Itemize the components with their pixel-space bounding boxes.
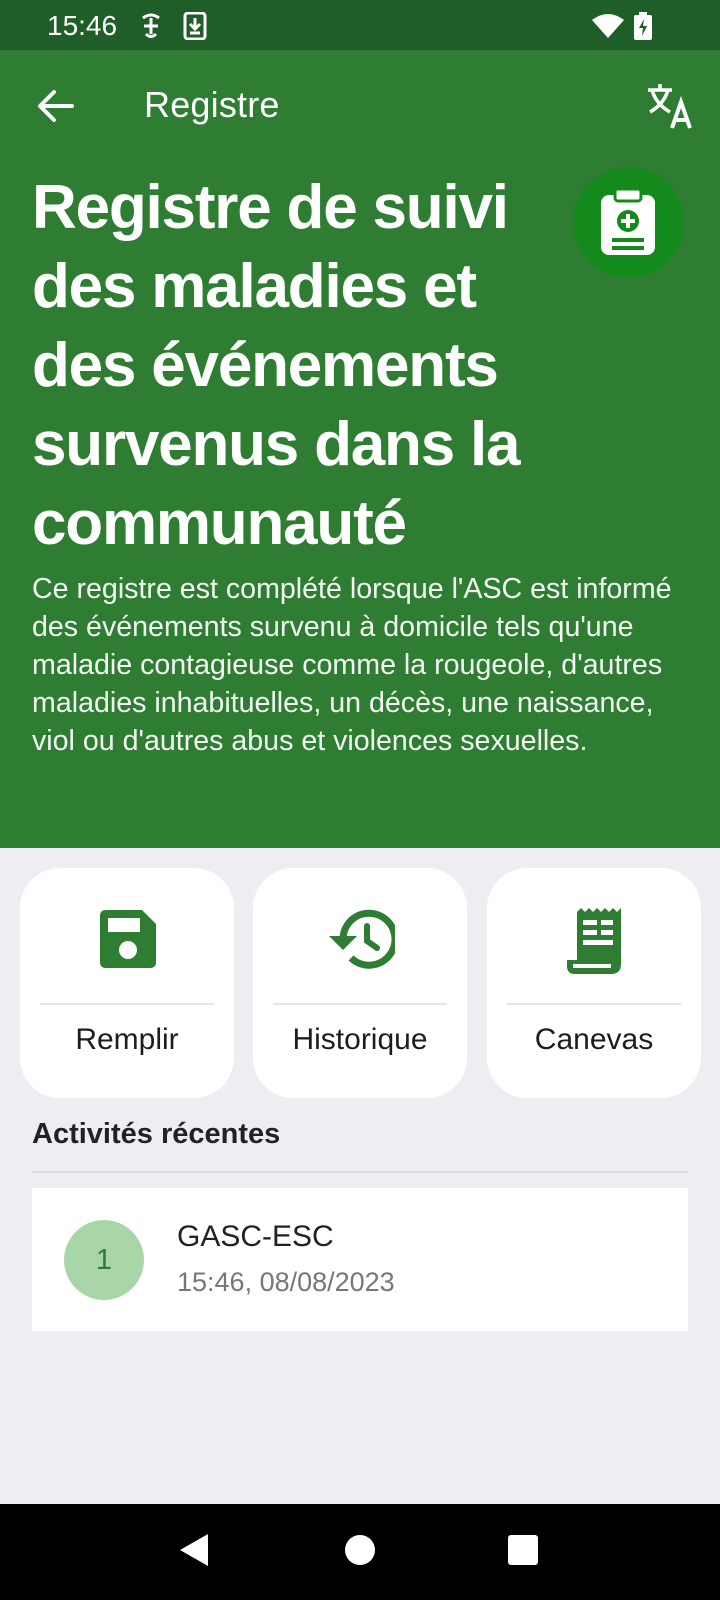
system-nav-bar xyxy=(0,1504,720,1600)
translate-button[interactable] xyxy=(646,82,696,130)
activity-count-badge: 1 xyxy=(64,1220,144,1300)
nav-back-button[interactable] xyxy=(178,1532,210,1573)
template-button[interactable]: Canevas xyxy=(487,868,701,1098)
form-description: Ce registre est complété lorsque l'ASC e… xyxy=(32,573,672,757)
app-header: Registre Registre de suivi des maladies … xyxy=(0,50,720,848)
back-button[interactable] xyxy=(34,84,78,128)
circle-home-icon xyxy=(345,1535,375,1565)
list-item[interactable]: 1 GASC-ESC 15:46, 08/08/2023 xyxy=(32,1188,688,1331)
page-title: Registre xyxy=(144,84,280,125)
translate-icon xyxy=(648,84,692,129)
history-label: Historique xyxy=(292,1023,428,1056)
form-badge xyxy=(573,167,684,278)
battery-charging-icon xyxy=(634,12,652,45)
fill-form-button[interactable]: Remplir xyxy=(20,868,234,1098)
arrow-left-icon xyxy=(38,90,74,122)
save-icon xyxy=(100,910,156,968)
nav-recents-button[interactable] xyxy=(508,1535,538,1570)
status-time: 15:46 xyxy=(47,10,118,41)
vpn-key-icon xyxy=(138,12,164,45)
activity-timestamp: 15:46, 08/08/2023 xyxy=(177,1267,395,1297)
square-recents-icon xyxy=(508,1535,538,1565)
history-button[interactable]: Historique xyxy=(253,868,467,1098)
section-divider xyxy=(32,1171,688,1173)
wifi-icon xyxy=(592,14,624,43)
history-icon xyxy=(329,909,395,969)
triangle-back-icon xyxy=(180,1534,208,1566)
recent-activities-title: Activités récentes xyxy=(32,1118,281,1150)
nav-home-button[interactable] xyxy=(344,1534,376,1571)
activity-name: GASC-ESC xyxy=(177,1220,334,1253)
template-label: Canevas xyxy=(534,1023,654,1056)
form-template-icon xyxy=(567,908,621,974)
status-bar: 15:46 xyxy=(0,0,720,50)
clipboard-medical-icon xyxy=(601,187,655,255)
download-icon xyxy=(183,11,207,45)
fill-label: Remplir xyxy=(75,1023,179,1056)
form-title: Registre de suivi des maladies et des év… xyxy=(32,173,521,558)
